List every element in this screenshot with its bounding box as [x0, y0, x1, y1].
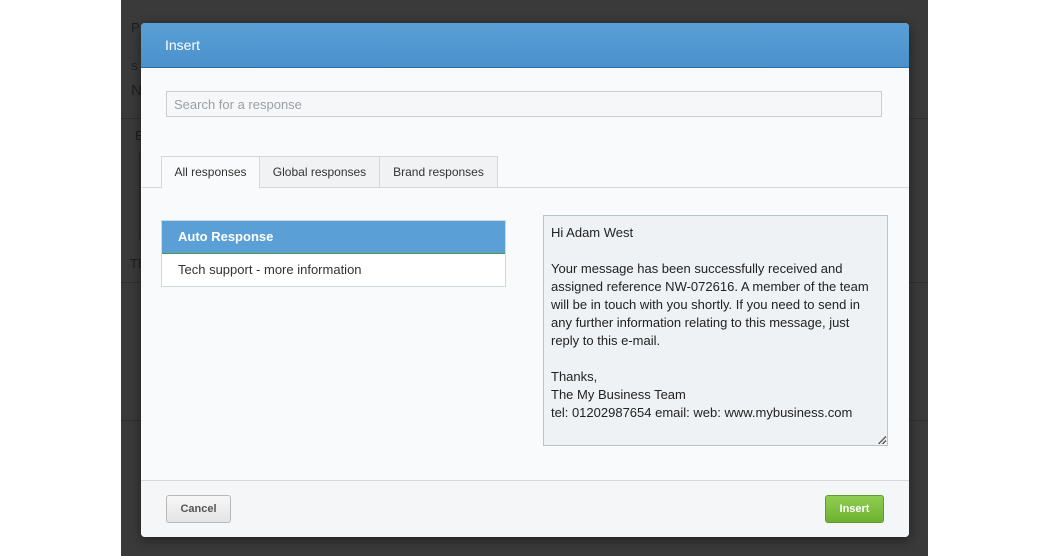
list-item[interactable]: Tech support - more information — [162, 254, 505, 286]
preview-team: The My Business Team — [551, 387, 686, 402]
tab-global-responses[interactable]: Global responses — [259, 156, 380, 188]
list-item[interactable]: Auto Response — [162, 221, 505, 254]
preview-contact: tel: 01202987654 email: web: www.mybusin… — [551, 405, 853, 420]
dialog-header: Insert — [141, 23, 909, 68]
dialog-title: Insert — [165, 37, 201, 53]
preview-signoff: Thanks, — [551, 369, 598, 384]
response-list: Auto Response Tech support - more inform… — [161, 220, 506, 287]
tab-brand-responses[interactable]: Brand responses — [379, 156, 498, 188]
insert-dialog: Insert All responses Global responses Br… — [141, 23, 909, 537]
tab-all-responses[interactable]: All responses — [161, 156, 260, 189]
cancel-button[interactable]: Cancel — [166, 495, 231, 523]
background-text: S — [131, 62, 138, 73]
insert-button[interactable]: Insert — [825, 495, 884, 523]
response-preview[interactable]: Hi Adam West Your message has been succe… — [543, 215, 888, 446]
background-text: P — [131, 20, 140, 35]
resize-handle-icon[interactable] — [878, 436, 886, 444]
preview-greeting: Hi Adam West — [551, 225, 634, 240]
dialog-footer: Cancel Insert — [141, 481, 909, 537]
preview-body: Your message has been successfully recei… — [551, 261, 869, 348]
search-input[interactable] — [166, 91, 882, 117]
